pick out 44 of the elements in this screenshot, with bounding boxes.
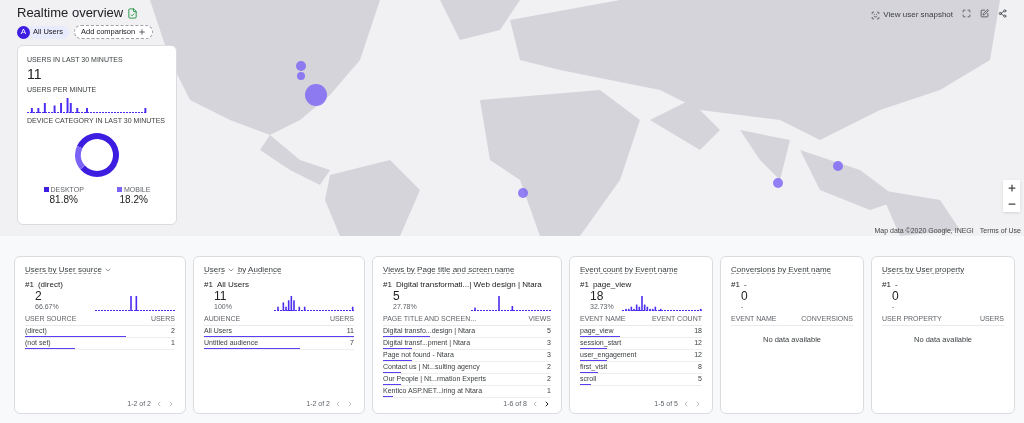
top-item-value: 2 — [35, 290, 43, 303]
card-title[interactable]: Users by User property — [882, 265, 965, 275]
share-icon[interactable] — [998, 9, 1007, 18]
fullscreen-icon[interactable] — [962, 9, 971, 18]
top-item-name: All Users — [216, 280, 249, 290]
view-user-snapshot-link[interactable]: View user snapshot — [883, 9, 953, 21]
caret-icon[interactable] — [226, 266, 235, 274]
edit-icon[interactable] — [980, 9, 989, 18]
top-item-name: - — [743, 280, 747, 290]
previous-page-icon[interactable] — [334, 399, 342, 408]
users-count: 11 — [27, 66, 43, 82]
top-item-value: 0 — [741, 290, 748, 303]
legend-value: 81.8% — [49, 194, 78, 206]
card-title[interactable]: by Audience — [237, 265, 282, 275]
user-snapshot-icon[interactable] — [871, 10, 881, 20]
card-title[interactable]: Views by Page title and screen name — [383, 265, 515, 275]
rank-label: #1 — [580, 280, 589, 290]
top-item-name: (direct) — [37, 280, 63, 290]
top-item-name: Digital transformati...| Web design | Ntara — [395, 280, 542, 290]
previous-page-icon[interactable] — [531, 399, 539, 408]
rank-label: #1 — [882, 280, 891, 290]
previous-page-icon[interactable] — [155, 399, 163, 408]
card-title-dropdown[interactable]: Users — [204, 265, 235, 275]
rank-label: #1 — [383, 280, 392, 290]
card-title[interactable]: Conversions by Event name — [731, 265, 832, 275]
previous-page-icon[interactable] — [682, 399, 690, 408]
document-check-icon[interactable] — [127, 7, 139, 19]
top-item-name: - — [894, 280, 898, 290]
legend-value: 18.2% — [119, 194, 148, 206]
plus-icon — [138, 28, 147, 36]
top-item-name: page_view — [592, 280, 632, 290]
card-title-dropdown[interactable]: Users by User source — [25, 265, 112, 275]
next-page-icon[interactable] — [543, 399, 551, 408]
top-item-value: 11 — [214, 290, 228, 303]
rank-label: #1 — [731, 280, 740, 290]
top-item-value: 5 — [393, 290, 401, 303]
caret-icon[interactable] — [103, 266, 112, 274]
rank-label: #1 — [204, 280, 213, 290]
top-item-value: 18 — [590, 290, 605, 303]
page-title: Realtime overview — [17, 5, 124, 21]
zoom-in-icon[interactable] — [1006, 183, 1017, 193]
top-item-value: 0 — [892, 290, 899, 303]
rank-label: #1 — [25, 280, 34, 290]
card-title[interactable]: Event count by Event name — [580, 265, 678, 275]
